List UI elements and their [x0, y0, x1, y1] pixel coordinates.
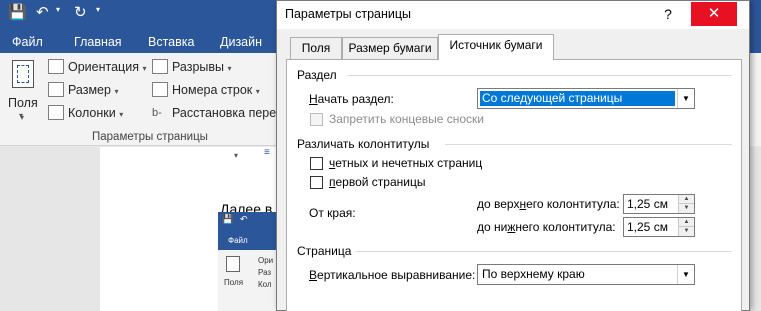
- suppress-endnotes-checkbox[interactable]: [310, 113, 323, 126]
- embedded-margins-icon: [226, 256, 240, 272]
- help-button[interactable]: ?: [657, 5, 679, 23]
- size-button[interactable]: Размер ▾: [68, 82, 118, 100]
- tab-paper-source[interactable]: Источник бумаги: [438, 34, 554, 60]
- dialog-title: Параметры страницы: [285, 7, 412, 21]
- line-numbers-icon: [152, 82, 168, 97]
- section-divider: [347, 75, 732, 76]
- size-icon: [48, 82, 64, 97]
- line-numbers-button[interactable]: Номера строк ▾: [172, 82, 260, 100]
- redo-icon[interactable]: ↻: [74, 2, 87, 24]
- embedded-save-icon: 💾: [222, 214, 234, 224]
- ribbon-collapse-icon[interactable]: ▾: [20, 113, 24, 122]
- qat-customize-icon[interactable]: ▾: [96, 5, 100, 14]
- ruler-lines-icon: ≡: [264, 147, 270, 158]
- spin-up-icon[interactable]: ▲: [678, 195, 694, 204]
- tab-paper-size[interactable]: Размер бумаги: [342, 37, 438, 59]
- embedded-item-1: Ори: [258, 256, 274, 265]
- margins-button[interactable]: Поля ▾: [6, 57, 42, 120]
- spin-up-icon[interactable]: ▲: [678, 218, 694, 227]
- headers-group-title: Различать колонтитулы: [297, 137, 430, 151]
- tab-margins[interactable]: Поля: [290, 37, 342, 59]
- chevron-down-icon[interactable]: ▼: [677, 89, 694, 108]
- embedded-undo-icon: ↶: [240, 214, 248, 224]
- embedded-tab-file: Файл: [228, 236, 248, 245]
- header-distance-label: до верхнего колонтитула:: [477, 197, 620, 211]
- footer-distance-value: 1,25 см: [627, 220, 668, 234]
- hyphenation-button[interactable]: Расстановка перен: [172, 105, 283, 121]
- close-button[interactable]: ✕: [691, 2, 737, 26]
- breaks-button[interactable]: Разрывы ▾: [172, 59, 232, 77]
- ribbon-right-edge: [750, 53, 761, 146]
- spin-down-icon[interactable]: ▼: [678, 204, 694, 213]
- line-numbers-label: Номера строк: [172, 83, 253, 97]
- tab-panel: Раздел Начать раздел: Со следующей стран…: [286, 59, 742, 311]
- undo-icon[interactable]: ↶: [36, 2, 49, 24]
- suppress-endnotes-label: Запретить концевые сноски: [329, 112, 485, 126]
- undo-dropdown-icon[interactable]: ▾: [56, 5, 60, 14]
- page-group-title: Страница: [297, 244, 352, 258]
- embedded-item-2: Раз: [258, 268, 272, 277]
- headers-divider: [445, 144, 732, 145]
- breaks-icon: [152, 59, 168, 74]
- size-label: Размер: [68, 83, 111, 97]
- ruler-marker-icon: ▾: [234, 151, 239, 160]
- odd-even-checkbox[interactable]: [310, 157, 323, 170]
- page-divider: [355, 251, 732, 252]
- dialog-title-bar[interactable]: Параметры страницы ? ✕: [277, 1, 749, 29]
- tab-home[interactable]: Главная: [74, 33, 122, 51]
- first-page-label: первой страницы: [329, 175, 426, 189]
- section-start-select[interactable]: Со следующей страницы ▼: [477, 88, 695, 109]
- tab-design[interactable]: Дизайн: [220, 33, 262, 51]
- tab-insert[interactable]: Вставка: [148, 33, 194, 51]
- orientation-button[interactable]: Ориентация ▾: [68, 59, 146, 77]
- margins-icon: [12, 60, 34, 88]
- columns-label: Колонки: [68, 106, 116, 120]
- tab-file[interactable]: Файл: [12, 33, 43, 51]
- vertical-alignment-select[interactable]: По верхнему краю ▼: [477, 264, 695, 285]
- odd-even-label: четных и нечетных страниц: [329, 156, 483, 170]
- hyphenation-icon: b‐: [152, 107, 162, 119]
- header-distance-value: 1,25 см: [627, 197, 668, 211]
- section-group-title: Раздел: [297, 68, 337, 82]
- embedded-item-3: Кол: [258, 280, 272, 289]
- spin-down-icon[interactable]: ▼: [678, 227, 694, 236]
- vertical-alignment-label: Вертикальное выравнивание:: [309, 268, 476, 282]
- first-page-checkbox[interactable]: [310, 176, 323, 189]
- columns-button[interactable]: Колонки ▾: [68, 105, 123, 123]
- columns-icon: [48, 105, 64, 120]
- embedded-screenshot: 💾 ↶ Файл Поля Ори Раз Кол: [218, 212, 278, 311]
- orientation-label: Ориентация: [68, 60, 139, 74]
- breaks-label: Разрывы: [172, 60, 225, 74]
- vertical-alignment-value: По верхнему краю: [482, 267, 585, 281]
- embedded-margins-label: Поля: [224, 278, 244, 287]
- orientation-icon: [48, 59, 64, 74]
- footer-distance-label: до нижнего колонтитула:: [477, 220, 616, 234]
- section-start-label: Начать раздел:: [309, 92, 394, 106]
- embedded-title-bar: 💾 ↶ Файл: [218, 212, 278, 250]
- page-setup-dialog: Параметры страницы ? ✕ Поля Размер бумаг…: [276, 0, 750, 311]
- page-setup-group-label: Параметры страницы: [92, 131, 208, 143]
- from-edge-label: От края:: [309, 206, 356, 220]
- save-icon[interactable]: 💾: [8, 2, 27, 24]
- footer-distance-spinner[interactable]: 1,25 см ▲ ▼: [623, 217, 695, 237]
- header-distance-spinner[interactable]: 1,25 см ▲ ▼: [623, 194, 695, 214]
- section-start-value: Со следующей страницы: [480, 91, 675, 106]
- chevron-down-icon[interactable]: ▼: [677, 265, 694, 284]
- margins-label: Поля: [8, 96, 38, 110]
